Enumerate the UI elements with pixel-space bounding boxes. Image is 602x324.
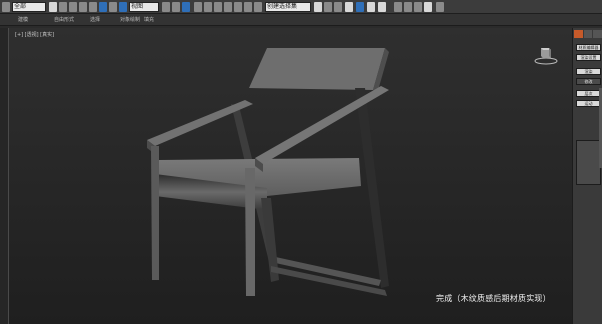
activeshade-icon[interactable] xyxy=(414,2,422,12)
mirror-icon[interactable] xyxy=(244,2,252,12)
ribbon: 建模 自由形式 选择 对象绘制 填充 xyxy=(0,14,602,26)
chair-back-leg-right xyxy=(355,88,389,288)
ribbon-tab-freeform[interactable]: 自由形式 xyxy=(54,16,74,24)
reference-coordinate-dropdown[interactable]: 视图 xyxy=(129,2,159,12)
tab-create[interactable] xyxy=(574,30,583,38)
command-button-1[interactable]: 材质编辑器 xyxy=(576,44,601,51)
command-panel-list[interactable] xyxy=(576,140,601,185)
chair-front-leg-left xyxy=(151,146,159,280)
viewport-caption: 完成（木纹质感后期材质实现） xyxy=(436,294,551,303)
command-panel-tabs xyxy=(574,30,602,38)
3dsmax-window: 全部 视图 创建选择集 建模 自由形式 选择 对象绘制 填充 [+] [透视] … xyxy=(0,0,602,324)
render-production-icon[interactable] xyxy=(378,2,386,12)
schematic-view-icon[interactable] xyxy=(334,2,342,12)
viewcube-icon[interactable] xyxy=(534,42,558,66)
edit-named-selection-icon[interactable] xyxy=(234,2,242,12)
ribbon-tab-modeling[interactable]: 建模 xyxy=(18,16,28,24)
main-toolbar: 全部 视图 创建选择集 xyxy=(0,0,602,14)
chair-model[interactable] xyxy=(9,28,573,324)
rendered-frame-icon[interactable] xyxy=(367,2,375,12)
curve-editor-icon[interactable] xyxy=(324,2,332,12)
command-button-6[interactable]: 运动 xyxy=(576,100,601,107)
command-button-3[interactable]: 渲染 xyxy=(576,68,601,75)
percent-snap-icon[interactable] xyxy=(214,2,222,12)
select-by-name-icon[interactable] xyxy=(59,2,67,12)
angle-snap-icon[interactable] xyxy=(204,2,212,12)
material-editor-icon[interactable] xyxy=(345,2,353,12)
render-setup-icon[interactable] xyxy=(356,2,364,12)
render-iterative-icon[interactable] xyxy=(404,2,412,12)
manipulate-icon[interactable] xyxy=(172,2,180,12)
select-icon[interactable] xyxy=(49,2,57,12)
layer-manager-icon[interactable] xyxy=(314,2,322,12)
spinner-snap-icon[interactable] xyxy=(224,2,232,12)
rect-select-icon[interactable] xyxy=(69,2,77,12)
left-rail xyxy=(0,28,8,324)
rotate-icon[interactable] xyxy=(109,2,117,12)
selection-filter-dropdown[interactable]: 全部 xyxy=(12,2,46,12)
ribbon-tab-selection[interactable]: 选择 xyxy=(90,16,100,24)
ribbon-tab-object-paint[interactable]: 对象绘制 xyxy=(120,16,140,24)
command-button-4[interactable]: 修改 xyxy=(576,78,601,85)
command-button-2[interactable]: 渲染设置 xyxy=(576,54,601,61)
ribbon-tab-populate[interactable]: 填充 xyxy=(144,16,154,24)
chair-front-leg-right xyxy=(245,168,255,296)
tab-hierarchy[interactable] xyxy=(593,30,602,38)
window-crossing-icon[interactable] xyxy=(79,2,87,12)
render-icon[interactable] xyxy=(394,2,402,12)
undo-icon[interactable] xyxy=(2,2,10,12)
pivot-icon[interactable] xyxy=(162,2,170,12)
extras-icon[interactable] xyxy=(436,2,444,12)
chair-backrest xyxy=(249,48,385,90)
link-icon[interactable] xyxy=(89,2,97,12)
command-button-5[interactable]: 层次 xyxy=(576,90,601,97)
move-icon[interactable] xyxy=(99,2,107,12)
named-selection-set-field[interactable]: 创建选择集 xyxy=(265,2,311,12)
align-icon[interactable] xyxy=(254,2,262,12)
snap-icon[interactable] xyxy=(194,2,202,12)
keyboard-shortcut-icon[interactable] xyxy=(182,2,190,12)
scale-icon[interactable] xyxy=(119,2,127,12)
tab-modify[interactable] xyxy=(583,30,593,38)
command-panel: 材质编辑器 渲染设置 渲染 修改 层次 运动 xyxy=(572,28,602,324)
environment-icon[interactable] xyxy=(424,2,432,12)
perspective-viewport[interactable]: [+] [透视] [真实] 完成（木纹质感后期材质实现） xyxy=(8,28,572,324)
